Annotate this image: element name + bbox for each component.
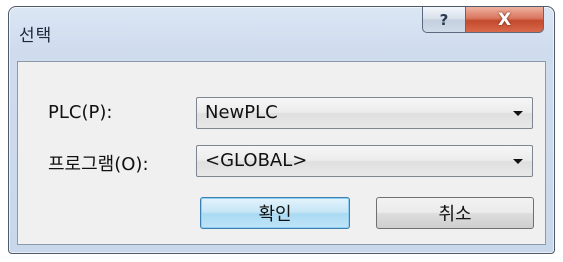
program-select[interactable]: <GLOBAL> — [196, 145, 533, 177]
title-bar[interactable]: 선택 ? X — [9, 7, 554, 61]
close-icon: X — [497, 9, 512, 30]
program-select-value: <GLOBAL> — [205, 150, 308, 171]
plc-select-value: NewPLC — [205, 102, 278, 123]
dialog-body: PLC(P): NewPLC 프로그램(O): <GLOBAL> 확인 취소 — [17, 61, 546, 245]
title-bar-buttons: ? X — [422, 7, 544, 35]
ok-button[interactable]: 확인 — [200, 197, 350, 229]
cancel-button[interactable]: 취소 — [376, 197, 534, 229]
chevron-down-icon — [513, 111, 523, 116]
plc-select[interactable]: NewPLC — [196, 97, 533, 129]
help-icon: ? — [439, 10, 449, 29]
program-label: 프로그램(O): — [48, 154, 149, 175]
select-dialog: 선택 ? X PLC(P): NewPLC 프로그램(O): <GLOBAL> … — [8, 6, 555, 254]
help-button[interactable]: ? — [422, 7, 466, 33]
dialog-title: 선택 — [19, 26, 53, 46]
close-button[interactable]: X — [466, 7, 544, 33]
plc-label: PLC(P): — [48, 102, 113, 123]
chevron-down-icon — [513, 159, 523, 164]
